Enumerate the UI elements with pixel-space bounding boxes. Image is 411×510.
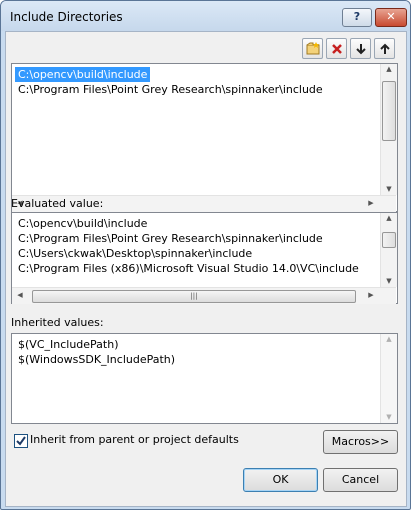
list-item[interactable]: C:\opencv\build\include xyxy=(15,67,151,82)
dialog-body: C:\opencv\build\include C:\Program Files… xyxy=(5,31,407,507)
scroll-right-icon[interactable]: ▶ xyxy=(363,199,379,207)
checkmark-icon xyxy=(16,436,26,446)
close-button[interactable]: ✕ xyxy=(375,8,407,27)
window-title: Include Directories xyxy=(10,10,123,24)
ok-button[interactable]: OK xyxy=(243,468,318,492)
inherited-values-label: Inherited values: xyxy=(11,316,104,329)
arrow-up-icon xyxy=(379,43,390,54)
vertical-scrollbar[interactable]: ▲ ▼ xyxy=(380,213,397,287)
macros-button[interactable]: Macros>> xyxy=(323,430,398,454)
evaluated-value-label: Evaluated value: xyxy=(11,197,104,210)
delete-button[interactable] xyxy=(326,38,347,59)
new-line-button[interactable] xyxy=(302,38,323,59)
arrow-down-icon xyxy=(355,43,366,54)
evaluated-line: C:\Program Files\Point Grey Research\spi… xyxy=(18,232,323,245)
title-bar: Include Directories ? ✕ xyxy=(1,1,410,31)
scroll-thumb[interactable]: ||| xyxy=(32,290,356,303)
scroll-right-icon[interactable]: ▶ xyxy=(363,291,379,299)
scroll-down-icon[interactable]: ▼ xyxy=(381,413,397,421)
inherit-checkbox-label[interactable]: Inherit from parent or project defaults xyxy=(30,433,239,446)
delete-icon xyxy=(331,43,342,54)
evaluated-line: C:\opencv\build\include xyxy=(18,217,148,230)
inherited-values-box: $(VC_IncludePath) $(WindowsSDK_IncludePa… xyxy=(11,333,398,424)
scroll-down-icon[interactable]: ▼ xyxy=(381,277,397,285)
inherited-line: $(VC_IncludePath) xyxy=(18,338,119,351)
vertical-scrollbar[interactable]: ▲ ▼ xyxy=(380,64,397,195)
scroll-up-icon[interactable]: ▲ xyxy=(381,65,397,73)
scroll-left-icon[interactable]: ◀ xyxy=(12,291,28,299)
scroll-up-icon[interactable]: ▲ xyxy=(381,335,397,343)
vertical-scrollbar[interactable]: ▲ ▼ xyxy=(380,334,397,423)
scroll-up-icon[interactable]: ▲ xyxy=(381,214,397,222)
move-up-button[interactable] xyxy=(374,38,395,59)
horizontal-scrollbar[interactable]: ◀ ||| ▶ xyxy=(12,287,396,304)
evaluated-line: C:\Users\ckwak\Desktop\spinnaker\include xyxy=(18,247,253,260)
scroll-down-icon[interactable]: ▼ xyxy=(381,185,397,193)
new-line-icon xyxy=(306,42,319,55)
inherit-checkbox[interactable] xyxy=(14,434,28,448)
move-down-button[interactable] xyxy=(350,38,371,59)
list-item[interactable]: C:\Program Files\Point Grey Research\spi… xyxy=(15,82,326,97)
cancel-button[interactable]: Cancel xyxy=(323,468,398,492)
scroll-thumb[interactable] xyxy=(382,232,396,248)
help-button[interactable]: ? xyxy=(342,8,372,27)
directory-list[interactable]: C:\opencv\build\include C:\Program Files… xyxy=(11,63,398,212)
scroll-thumb[interactable] xyxy=(382,81,396,141)
inherited-line: $(WindowsSDK_IncludePath) xyxy=(18,353,176,366)
include-directories-dialog: Include Directories ? ✕ C:\opencv\build\… xyxy=(0,0,411,510)
evaluated-value-box: C:\opencv\build\include C:\Program Files… xyxy=(11,212,398,304)
evaluated-line: C:\Program Files (x86)\Microsoft Visual … xyxy=(18,262,359,275)
